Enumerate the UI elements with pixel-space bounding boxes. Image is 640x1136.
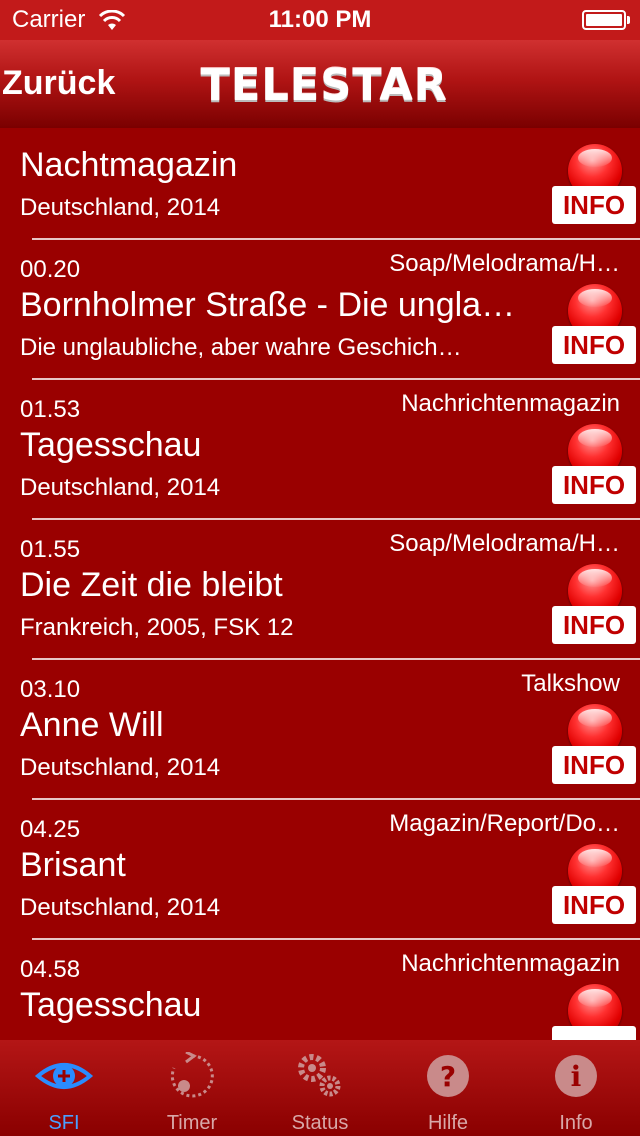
tab-label: Timer <box>166 1112 218 1134</box>
program-title: Tagesschau <box>20 986 202 1024</box>
divider <box>32 658 640 660</box>
tab-status[interactable]: Status <box>256 1040 384 1136</box>
tab-label: Info <box>559 1112 593 1134</box>
program-subtitle: Deutschland, 2014 <box>20 754 221 781</box>
program-subtitle: Frankreich, 2005, FSK 12 <box>20 614 294 641</box>
tab-label: SFI <box>48 1112 80 1134</box>
program-subtitle: Deutschland, 2014 <box>20 894 221 921</box>
list-item[interactable]: 01.55 Soap/Melodrama/H… Die Zeit die ble… <box>0 528 640 668</box>
svg-text:i: i <box>571 1060 582 1093</box>
program-time: 01.53 <box>20 396 81 423</box>
tab-timer[interactable]: Timer <box>128 1040 256 1136</box>
divider <box>32 798 640 800</box>
tab-sfi[interactable]: SFI <box>0 1040 128 1136</box>
tab-hilfe[interactable]: ? Hilfe <box>384 1040 512 1136</box>
svg-text:?: ? <box>440 1060 456 1093</box>
program-title: Die Zeit die bleibt <box>20 566 283 604</box>
list-item[interactable]: 01.53 Nachrichtenmagazin Tagesschau Deut… <box>0 388 640 528</box>
program-time: 00.20 <box>20 256 81 283</box>
tab-bar: SFI Timer Status ? Hilfe i Info <box>0 1040 640 1136</box>
program-title: Anne Will <box>20 706 164 744</box>
program-subtitle: Deutschland, 2014 <box>20 194 221 221</box>
program-title: Nachtmagazin <box>20 146 238 184</box>
program-genre: Nachrichtenmagazin <box>401 950 620 977</box>
program-title: Brisant <box>20 846 126 884</box>
list-item[interactable]: 04.58 Nachrichtenmagazin Tagesschau <box>0 948 640 1040</box>
info-button[interactable]: INFO <box>552 326 636 364</box>
eye-icon <box>34 1063 94 1089</box>
program-genre: Nachrichtenmagazin <box>401 390 620 417</box>
timer-icon <box>170 1052 214 1098</box>
clock: 11:00 PM <box>268 6 372 33</box>
info-button[interactable] <box>552 1026 636 1040</box>
tab-info[interactable]: i Info <box>512 1040 640 1136</box>
divider <box>32 938 640 940</box>
program-list[interactable]: Nachtmagazin Deutschland, 2014 INFO 00.2… <box>0 128 640 1040</box>
tab-label: Status <box>291 1112 349 1134</box>
gears-icon <box>298 1054 341 1097</box>
info-button[interactable]: INFO <box>552 186 636 224</box>
help-icon: ? <box>427 1055 469 1097</box>
tab-label: Hilfe <box>427 1112 468 1134</box>
program-genre: Soap/Melodrama/H… <box>389 250 620 277</box>
program-genre: Talkshow <box>521 670 620 697</box>
program-subtitle: Die unglaubliche, aber wahre Geschich… <box>20 334 462 361</box>
list-item[interactable]: Nachtmagazin Deutschland, 2014 INFO <box>0 128 640 248</box>
list-item[interactable]: 04.25 Magazin/Report/Do… Brisant Deutsch… <box>0 808 640 948</box>
program-genre: Magazin/Report/Do… <box>389 810 620 837</box>
list-item[interactable]: 00.20 Soap/Melodrama/H… Bornholmer Straß… <box>0 248 640 388</box>
battery-icon <box>582 10 630 30</box>
status-bar: Carrier 11:00 PM <box>0 0 640 40</box>
info-button[interactable]: INFO <box>552 746 636 784</box>
program-subtitle: Deutschland, 2014 <box>20 474 221 501</box>
program-time: 04.58 <box>20 956 81 983</box>
info-button[interactable]: INFO <box>552 466 636 504</box>
list-item[interactable]: 03.10 Talkshow Anne Will Deutschland, 20… <box>0 668 640 808</box>
program-genre: Soap/Melodrama/H… <box>389 530 620 557</box>
telestar-logo: TELESTAR <box>200 60 448 111</box>
divider <box>32 378 640 380</box>
program-time: 01.55 <box>20 536 81 563</box>
nav-bar: Zurück TELESTAR <box>0 40 640 128</box>
info-icon: i <box>555 1055 597 1097</box>
divider <box>32 518 640 520</box>
back-button[interactable]: Zurück <box>2 64 115 103</box>
program-title: Bornholmer Straße - Die ungla… <box>20 286 516 324</box>
program-title: Tagesschau <box>20 426 202 464</box>
divider <box>32 238 640 240</box>
program-time: 03.10 <box>20 676 81 703</box>
info-button[interactable]: INFO <box>552 886 636 924</box>
program-time: 04.25 <box>20 816 81 843</box>
info-button[interactable]: INFO <box>552 606 636 644</box>
